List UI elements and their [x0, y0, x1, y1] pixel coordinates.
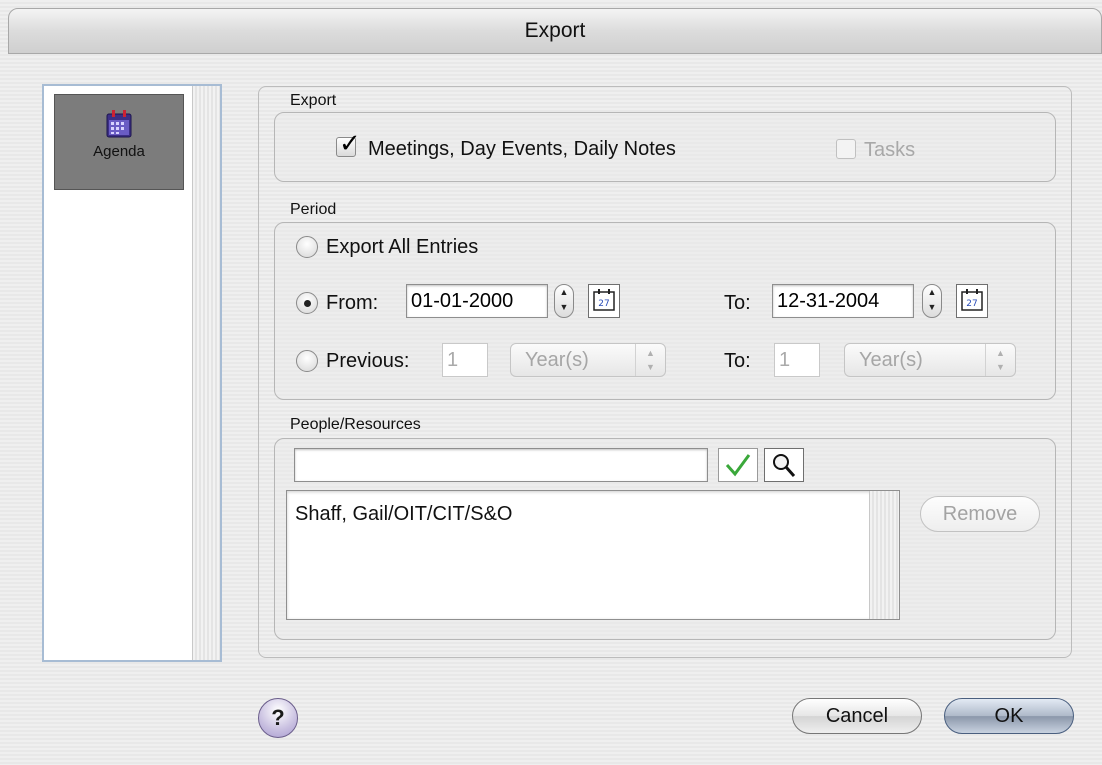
previous-count-field[interactable]	[442, 343, 488, 377]
help-icon: ?	[271, 705, 285, 730]
from-radio[interactable]	[296, 292, 318, 314]
from-label[interactable]: From:	[326, 292, 378, 315]
tasks-checkbox[interactable]	[836, 138, 856, 160]
to-date-stepper[interactable]: ▲ ▼	[922, 284, 942, 318]
to-date-field[interactable]	[772, 284, 914, 318]
people-list-scrollbar[interactable]	[869, 491, 899, 619]
sidebar-item-agenda[interactable]: Agenda	[54, 94, 184, 190]
meetings-label[interactable]: Meetings, Day Events, Daily Notes	[368, 138, 676, 161]
ok-button[interactable]: OK	[944, 698, 1074, 734]
list-item[interactable]: Shaff, Gail/OIT/CIT/S&O	[295, 503, 512, 526]
previous-radio[interactable]	[296, 350, 318, 372]
tasks-label: Tasks	[864, 139, 916, 161]
period-group-label: Period	[290, 201, 337, 218]
svg-text:27: 27	[598, 299, 609, 309]
window-title: Export	[524, 19, 586, 42]
previous-to-unit-select[interactable]: Year(s) ▲ ▼	[844, 343, 1016, 377]
from-date-field[interactable]	[406, 284, 548, 318]
check-names-button[interactable]	[718, 448, 758, 482]
people-search-input[interactable]	[294, 448, 708, 482]
calendar-icon	[106, 110, 132, 138]
export-group-label: Export	[290, 92, 337, 109]
to-calendar-button[interactable]: 27	[956, 284, 988, 318]
previous-unit-value: Year(s)	[525, 349, 589, 371]
previous-to-unit-value: Year(s)	[859, 349, 923, 371]
calendar-picker-icon: 27	[593, 289, 615, 311]
people-group-label: People/Resources	[290, 416, 421, 433]
sidebar-item-label: Agenda	[93, 143, 145, 160]
export-all-entries-radio[interactable]	[296, 236, 318, 258]
help-button[interactable]: ?	[258, 698, 298, 738]
search-icon	[773, 454, 796, 477]
people-list[interactable]: Shaff, Gail/OIT/CIT/S&O	[286, 490, 900, 620]
from-date-stepper[interactable]: ▲ ▼	[554, 284, 574, 318]
sidebar: Agenda	[42, 84, 222, 662]
previous-unit-select[interactable]: Year(s) ▲ ▼	[510, 343, 666, 377]
previous-to-label: To:	[724, 350, 751, 372]
remove-button[interactable]: Remove	[920, 496, 1040, 532]
lookup-button[interactable]	[764, 448, 804, 482]
from-calendar-button[interactable]: 27	[588, 284, 620, 318]
sidebar-scrollbar[interactable]	[192, 86, 220, 660]
to-label: To:	[724, 292, 751, 314]
previous-to-count-field[interactable]	[774, 343, 820, 377]
checkmark-icon: ✓	[339, 127, 361, 158]
calendar-picker-icon: 27	[961, 289, 983, 311]
window-title-bar: Export	[8, 8, 1102, 54]
select-arrows-icon: ▲ ▼	[985, 344, 1015, 376]
meetings-checkbox[interactable]: ✓	[336, 130, 361, 158]
svg-text:27: 27	[966, 299, 977, 309]
export-all-entries-label[interactable]: Export All Entries	[326, 236, 478, 259]
previous-label[interactable]: Previous:	[326, 350, 409, 373]
select-arrows-icon: ▲ ▼	[635, 344, 665, 376]
green-check-icon	[725, 454, 751, 477]
cancel-button[interactable]: Cancel	[792, 698, 922, 734]
